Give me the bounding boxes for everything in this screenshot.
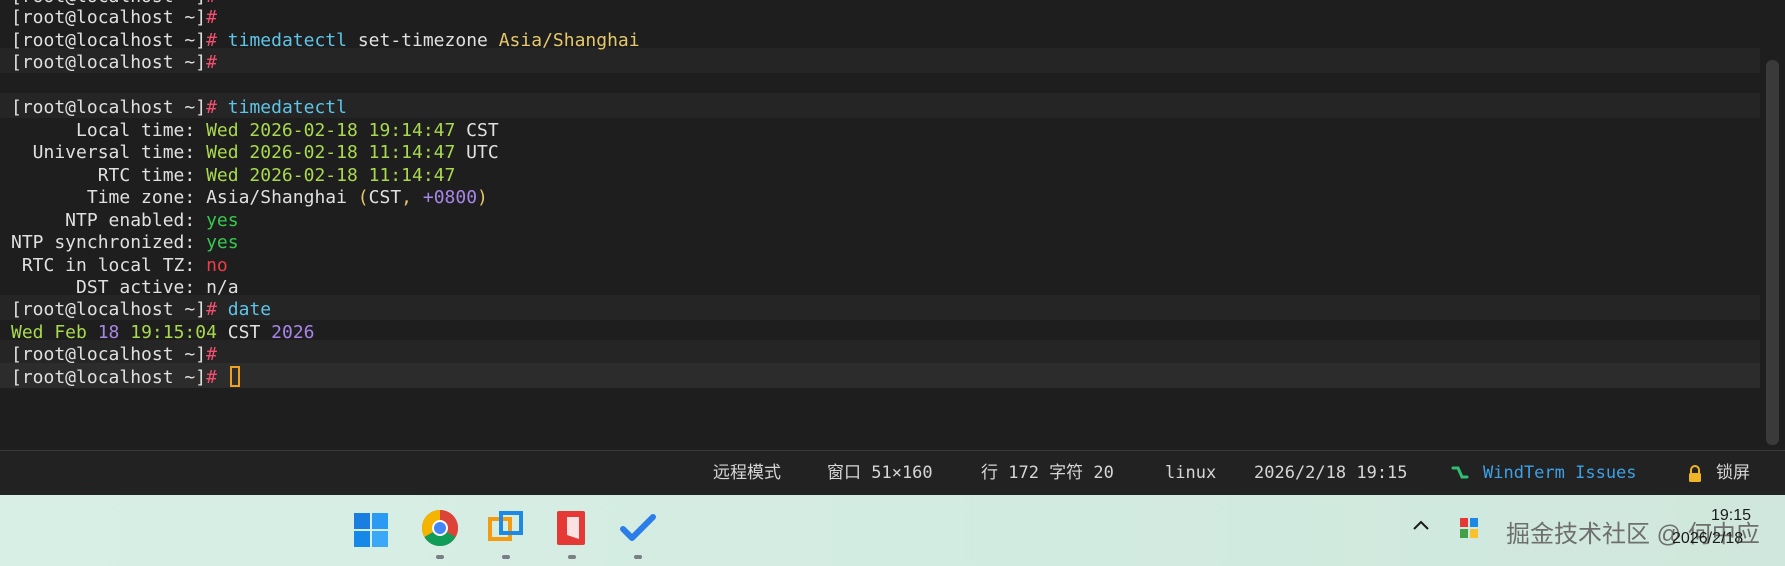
running-indicator [568,555,576,559]
terminal-line: [root@localhost ~]# [11,7,217,28]
running-indicator [634,555,642,559]
windterm-issues-link[interactable]: WindTerm Issues [1483,451,1637,496]
scrollbar[interactable] [1760,0,1785,450]
virtualbox-icon[interactable] [487,509,525,547]
chrome-icon[interactable] [421,509,459,547]
output-ntp-synchronized: NTP synchronized: yes [11,232,239,253]
status-datetime: 2026/2/18 19:15 [1254,463,1408,483]
output-time-zone: Time zone: Asia/Shanghai (CST, +0800) [11,187,488,208]
todo-checkmark-icon[interactable] [619,509,657,547]
lock-icon [1687,465,1703,483]
running-indicator [436,555,444,559]
taskbar: 掘金技术社区 @ 何中应 19:15 2026/2/18 [0,495,1785,566]
terminal-line-date: [root@localhost ~]# date [11,299,272,320]
terminal-output[interactable]: [root@localhost ~]# [root@localhost ~]# … [0,0,1760,450]
wps-pdf-icon[interactable] [553,509,591,547]
clock-date[interactable]: 2026/2/18 [1672,530,1743,548]
command-text: timedatectl [227,30,347,51]
terminal-line: [root@localhost ~]# [11,52,217,73]
os-indicator[interactable]: linux [1165,451,1216,496]
current-row-highlight [0,363,1760,388]
lock-screen-button[interactable]: 锁屏 [1716,451,1750,496]
status-bar: 远程模式 窗口 51×160 行 172 字符 20 linux 2026/2/… [0,450,1785,495]
scrollbar-thumb[interactable] [1766,60,1779,445]
terminal-line-current[interactable]: [root@localhost ~]# [11,365,240,390]
windows-start-icon[interactable] [353,512,389,548]
terminal-line-timedatectl: [root@localhost ~]# timedatectl [11,97,347,118]
remote-mode-indicator[interactable]: 远程模式 [713,451,781,496]
window-size[interactable]: 窗口 51×160 [827,451,933,496]
windterm-logo-icon [1451,464,1469,484]
cursor-position[interactable]: 行 172 字符 20 [981,451,1114,496]
text-cursor [229,366,240,387]
running-indicator [502,555,510,559]
terminal-line: [root@localhost ~]# [11,344,217,365]
input-method-icon[interactable] [1459,517,1479,544]
clock-time[interactable]: 19:15 [1711,507,1751,525]
chevron-up-icon[interactable] [1411,515,1431,538]
output-universal-time: Universal time: Wed 2026-02-18 11:14:47 … [11,142,499,163]
